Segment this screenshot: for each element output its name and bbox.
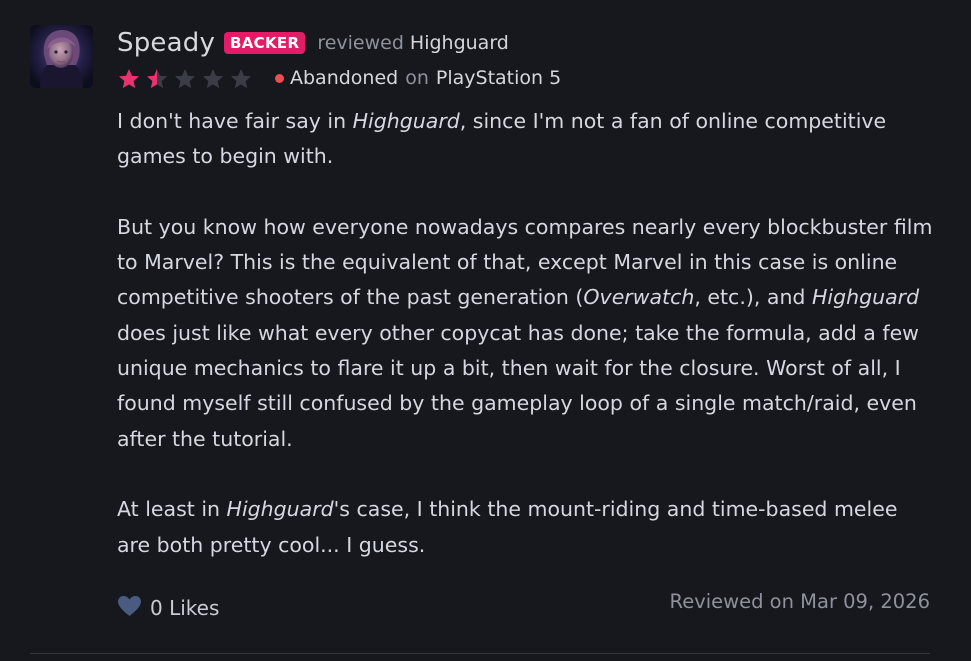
review-meta: Abandoned on PlayStation 5 bbox=[117, 64, 561, 92]
star-rating bbox=[117, 67, 253, 90]
divider bbox=[30, 653, 930, 654]
review-text: I don't have fair say in Highguard, sinc… bbox=[117, 104, 937, 563]
username-link[interactable]: Speady bbox=[117, 28, 215, 58]
game-title-link[interactable]: Highguard bbox=[410, 32, 509, 54]
star-icon bbox=[201, 67, 225, 90]
text-run: does just like what every other copycat … bbox=[117, 320, 919, 451]
reviewed-label: reviewed bbox=[317, 32, 404, 54]
review-paragraph: I don't have fair say in Highguard, sinc… bbox=[117, 104, 937, 175]
italic-title: Overwatch bbox=[583, 285, 695, 310]
italic-title: Highguard bbox=[226, 497, 334, 522]
reviewed-date: Reviewed on Mar 09, 2026 bbox=[669, 590, 930, 613]
avatar[interactable] bbox=[30, 25, 93, 88]
likes-count: 0 Likes bbox=[150, 596, 220, 620]
like-button[interactable]: 0 Likes bbox=[117, 593, 219, 623]
italic-title: Highguard bbox=[811, 285, 920, 310]
heart-icon bbox=[117, 595, 142, 621]
review-card: Speady BACKER reviewed Highguard Abandon… bbox=[0, 0, 971, 661]
avatar-portrait bbox=[30, 25, 93, 88]
play-status: Abandoned bbox=[290, 67, 399, 89]
platform-label: PlayStation 5 bbox=[435, 67, 562, 89]
backer-badge: BACKER bbox=[224, 32, 306, 54]
review-header: Speady BACKER reviewed Highguard bbox=[117, 24, 509, 62]
on-label: on bbox=[405, 67, 429, 89]
italic-title: Highguard bbox=[352, 109, 460, 133]
status-dot-icon bbox=[275, 73, 284, 83]
text-run: I don't have fair say in bbox=[117, 109, 353, 133]
star-icon bbox=[117, 67, 141, 90]
star-icon bbox=[229, 67, 253, 90]
star-icon bbox=[173, 67, 197, 90]
review-paragraph: But you know how everyone nowadays compa… bbox=[117, 210, 937, 457]
text-run: , etc.), and bbox=[694, 285, 812, 310]
star-icon bbox=[145, 67, 169, 90]
text-run: At least in bbox=[117, 497, 227, 522]
review-paragraph: At least in Highguard's case, I think th… bbox=[117, 492, 937, 563]
